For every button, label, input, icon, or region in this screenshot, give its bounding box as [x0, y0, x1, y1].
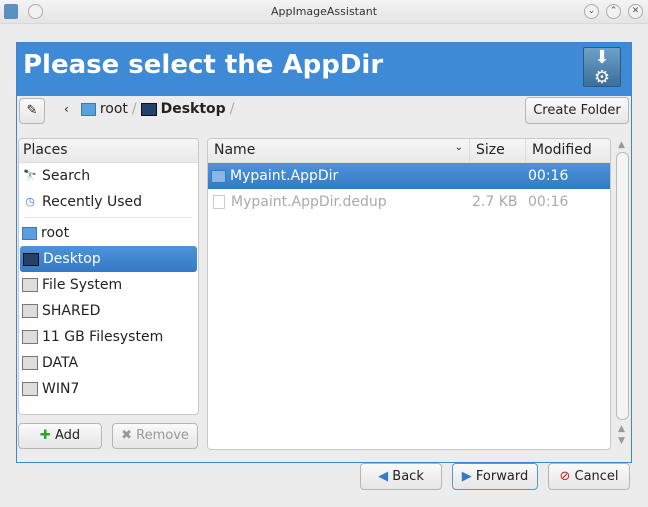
breadcrumb-separator: / [229, 101, 235, 117]
file-size: 2.7 KB [472, 194, 518, 210]
drive-icon [22, 330, 38, 344]
divider [25, 217, 192, 218]
back-chevron-icon[interactable]: ‹ [64, 102, 69, 116]
file-name: Mypaint.AppDir.dedup [231, 194, 387, 210]
page-title: Please select the AppDir [23, 50, 384, 80]
close-button[interactable]: ✕ [628, 4, 643, 19]
breadcrumb-desktop[interactable]: Desktop [161, 101, 226, 117]
place-label: 11 GB Filesystem [42, 329, 164, 345]
edit-location-button[interactable]: ✎ [19, 98, 45, 124]
create-folder-button[interactable]: Create Folder [525, 97, 629, 124]
breadcrumb-root[interactable]: root [100, 101, 128, 117]
folder-icon [211, 169, 226, 183]
file-modified: 00:16 [528, 194, 569, 210]
file-modified: 00:16 [528, 168, 569, 184]
drive-icon [22, 356, 38, 370]
home-folder-icon [80, 102, 96, 116]
file-list: Name ⌄ Size Modified Mypaint.AppDir 00:16… [207, 138, 611, 450]
place-label: Recently Used [42, 194, 143, 210]
remove-x-icon: ✖ [121, 428, 132, 443]
plus-icon: ✚ [39, 428, 51, 443]
window-title: AppImageAssistant [270, 5, 378, 18]
arrow-right-icon: ▶ [461, 469, 472, 484]
file-row[interactable]: Mypaint.AppDir.dedup 2.7 KB 00:16 [208, 189, 610, 215]
column-size[interactable]: Size [470, 139, 526, 162]
scroll-down-icon[interactable]: ▼ [618, 436, 625, 446]
forward-button[interactable]: ▶ Forward [452, 463, 538, 490]
file-icon [213, 195, 225, 209]
back-label: Back [392, 469, 424, 484]
binoculars-icon: 🔭 [23, 169, 37, 182]
place-label: root [41, 225, 70, 241]
scroll-up-icon[interactable]: ▲ [618, 140, 625, 150]
place-label: DATA [42, 355, 79, 371]
forward-label: Forward [475, 469, 529, 484]
sort-chevron-icon: ⌄ [454, 142, 463, 153]
place-label: Desktop [43, 251, 101, 267]
column-name[interactable]: Name ⌄ [208, 139, 470, 162]
cancel-icon: ⊘ [559, 469, 571, 484]
cancel-label: Cancel [574, 469, 619, 484]
drive-icon [22, 304, 38, 318]
place-recently-used[interactable]: ◷ Recently Used [19, 189, 198, 215]
cancel-button[interactable]: ⊘ Cancel [548, 463, 630, 490]
desktop-icon [23, 252, 39, 266]
add-place-button[interactable]: ✚ Add [18, 423, 102, 449]
arrow-left-icon: ◀ [378, 469, 389, 484]
column-label: Name [214, 142, 256, 158]
places-header[interactable]: Places [19, 139, 198, 163]
back-button[interactable]: ◀ Back [360, 463, 442, 490]
file-name: Mypaint.AppDir [230, 168, 339, 184]
remove-label: Remove [136, 428, 189, 443]
place-win7[interactable]: WIN7 [19, 376, 198, 402]
file-row[interactable]: Mypaint.AppDir 00:16 [208, 163, 610, 189]
title-bar: AppImageAssistant ⌄ ⌃ ✕ [0, 0, 648, 24]
place-11gb-filesystem[interactable]: 11 GB Filesystem [19, 324, 198, 350]
place-root[interactable]: root [19, 220, 198, 246]
scroll-up-icon[interactable]: ▲ [618, 424, 625, 434]
places-panel: Places 🔭 Search ◷ Recently Used root Deskt… [18, 138, 199, 415]
place-label: WIN7 [42, 381, 80, 397]
drive-icon [22, 382, 38, 396]
place-desktop[interactable]: Desktop [20, 246, 197, 272]
pencil-icon: ✎ [26, 103, 38, 118]
place-label: SHARED [42, 303, 101, 319]
breadcrumb: ‹ root / Desktop / [64, 101, 234, 117]
drive-icon [22, 278, 38, 292]
place-shared[interactable]: SHARED [19, 298, 198, 324]
appimage-gear-icon: ⬇ ⚙ [583, 47, 621, 88]
place-label: Search [42, 168, 91, 184]
minimize-button[interactable]: ⌄ [584, 4, 599, 19]
place-file-system[interactable]: File System [19, 272, 198, 298]
column-modified[interactable]: Modified [526, 139, 598, 162]
scrollbar-thumb[interactable] [616, 152, 629, 420]
maximize-button[interactable]: ⌃ [606, 4, 621, 19]
place-label: File System [42, 277, 123, 293]
file-list-header: Name ⌄ Size Modified [208, 139, 610, 163]
recent-icon: ◷ [25, 195, 35, 208]
place-data[interactable]: DATA [19, 350, 198, 376]
add-label: Add [54, 428, 81, 443]
breadcrumb-separator: / [131, 101, 137, 117]
desktop-icon [140, 102, 157, 116]
home-folder-icon [22, 226, 37, 240]
place-search[interactable]: 🔭 Search [19, 163, 198, 189]
remove-place-button[interactable]: ✖ Remove [112, 423, 198, 449]
